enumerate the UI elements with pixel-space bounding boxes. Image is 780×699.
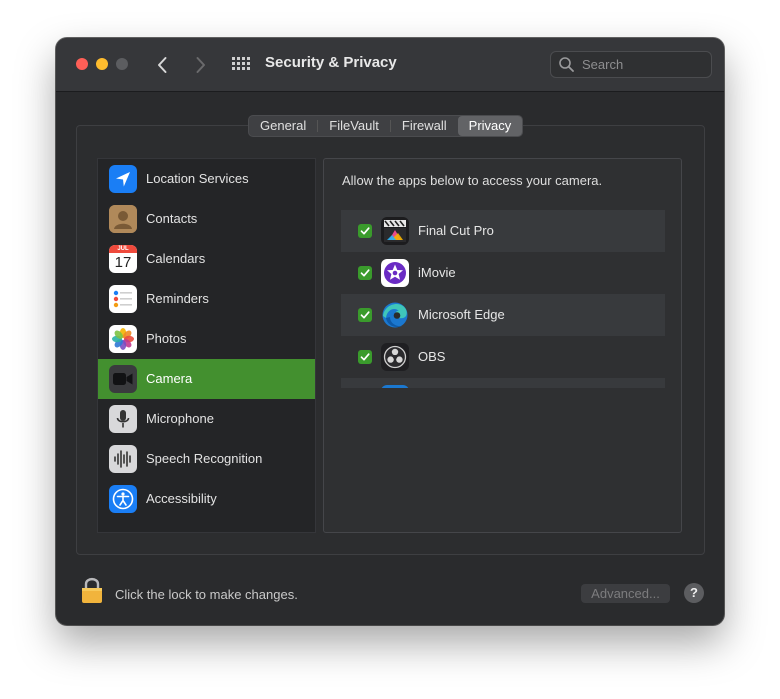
sidebar-item-speech-recognition[interactable]: Speech Recognition	[98, 439, 315, 479]
tab-filevault[interactable]: FileVault	[318, 116, 390, 136]
close-button[interactable]	[76, 58, 88, 70]
app-list[interactable]: Final Cut Pro iMovie Microsoft Edge OBS	[341, 210, 665, 388]
sidebar-item-location-services[interactable]: Location Services	[98, 159, 315, 199]
zoom-button[interactable]	[116, 58, 128, 70]
sidebar-item-label: Speech Recognition	[146, 451, 263, 466]
checkmark-icon	[360, 227, 370, 235]
app-checkbox[interactable]	[358, 266, 372, 280]
forward-button[interactable]	[189, 54, 211, 76]
tab-firewall[interactable]: Firewall	[391, 116, 458, 136]
accessibility-icon	[109, 485, 137, 513]
help-button[interactable]: ?	[684, 583, 704, 603]
security-privacy-window: Security & Privacy General FileVault Fir…	[56, 38, 724, 625]
app-name: Final Cut Pro	[418, 223, 494, 238]
tab-general[interactable]: General	[249, 116, 317, 136]
sidebar-item-label: Calendars	[146, 251, 206, 266]
sidebar-item-photos[interactable]: Photos	[98, 319, 315, 359]
minimize-button[interactable]	[96, 58, 108, 70]
sidebar-item-label: Contacts	[146, 211, 198, 226]
calendar-day: 17	[114, 254, 132, 271]
final-cut-pro-icon	[381, 217, 409, 245]
chevron-left-icon	[158, 57, 167, 73]
chevron-right-icon	[196, 57, 205, 73]
window-title: Security & Privacy	[265, 54, 397, 71]
permission-description: Allow the apps below to access your came…	[342, 173, 603, 188]
reminders-icon	[109, 285, 137, 313]
sidebar-item-camera[interactable]: Camera	[98, 359, 315, 399]
advanced-button[interactable]: Advanced...	[581, 584, 670, 603]
sidebar-item-contacts[interactable]: Contacts	[98, 199, 315, 239]
grid-icon	[232, 57, 250, 70]
location-icon	[109, 165, 137, 193]
camera-icon	[109, 365, 137, 393]
contacts-icon	[109, 205, 137, 233]
titlebar: Security & Privacy	[56, 38, 724, 92]
sidebar-item-label: Reminders	[146, 291, 209, 306]
obs-icon	[381, 343, 409, 371]
checkmark-icon	[360, 269, 370, 277]
search-icon	[559, 57, 574, 72]
search-field[interactable]	[550, 51, 712, 78]
app-checkbox[interactable]	[358, 350, 372, 364]
list-item-obs[interactable]: OBS	[341, 336, 665, 378]
sidebar-item-microphone[interactable]: Microphone	[98, 399, 315, 439]
list-item-microsoft-edge[interactable]: Microsoft Edge	[341, 294, 665, 336]
back-button[interactable]	[152, 54, 174, 76]
lock-message: Click the lock to make changes.	[115, 587, 298, 602]
sidebar-item-label: Microphone	[146, 411, 214, 426]
sidebar-item-label: Accessibility	[146, 491, 217, 506]
sidebar-item-calendars[interactable]: JUL 17 Calendars	[98, 239, 315, 279]
microphone-icon	[109, 405, 137, 433]
app-checkbox[interactable]	[358, 308, 372, 322]
sidebar-item-label: Photos	[146, 331, 187, 346]
list-item-partial[interactable]	[341, 378, 665, 388]
list-item-final-cut-pro[interactable]: Final Cut Pro	[341, 210, 665, 252]
sidebar-item-label: Location Services	[146, 171, 249, 186]
imovie-icon	[381, 259, 409, 287]
sidebar-item-reminders[interactable]: Reminders	[98, 279, 315, 319]
list-item-imovie[interactable]: iMovie	[341, 252, 665, 294]
microsoft-edge-icon	[381, 301, 409, 329]
sidebar-item-accessibility[interactable]: Accessibility	[98, 479, 315, 519]
calendar-icon: JUL 17	[109, 245, 137, 273]
checkmark-icon	[360, 353, 370, 361]
app-checkbox[interactable]	[358, 224, 372, 238]
photos-icon	[109, 325, 137, 353]
app-icon-partial	[381, 385, 409, 388]
privacy-category-list: Location Services Contacts JUL 17 Calend…	[97, 158, 316, 533]
app-name: iMovie	[418, 265, 456, 280]
tab-privacy[interactable]: Privacy	[457, 116, 523, 136]
tab-bar: General FileVault Firewall Privacy	[248, 115, 524, 137]
show-all-button[interactable]	[232, 55, 250, 73]
calendar-month: JUL	[109, 245, 137, 253]
search-input[interactable]	[580, 56, 704, 73]
camera-permissions-pane: Allow the apps below to access your came…	[323, 158, 682, 533]
lock-icon	[82, 577, 102, 603]
sidebar-item-label: Camera	[146, 371, 193, 386]
app-name: OBS	[418, 349, 446, 364]
speech-recognition-icon	[109, 445, 137, 473]
app-name: Microsoft Edge	[418, 307, 505, 322]
lock-button[interactable]	[81, 576, 103, 604]
checkmark-icon	[360, 311, 370, 319]
